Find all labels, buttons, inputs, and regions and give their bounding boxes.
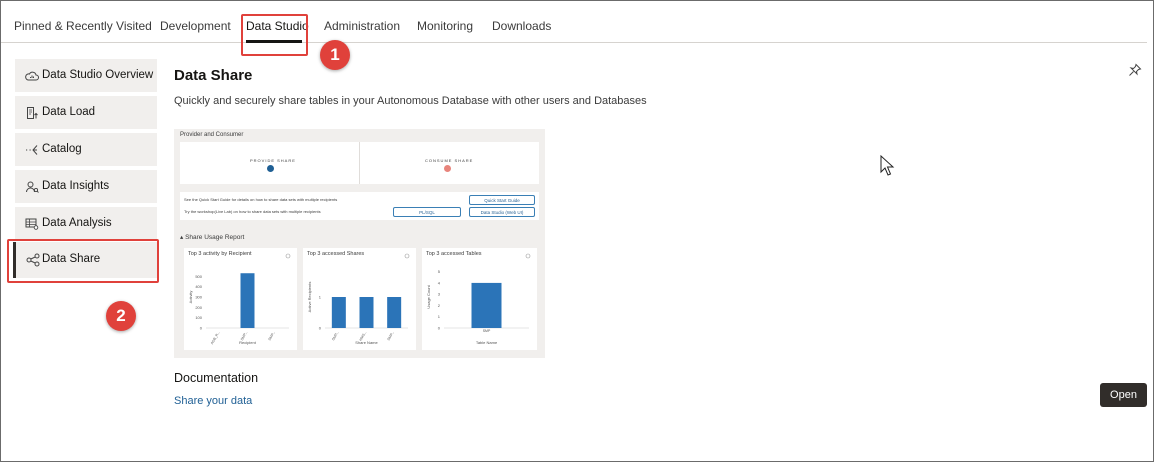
provide-share-label: PROVIDE SHARE [250,158,296,163]
card-divider [359,142,360,184]
tab-development[interactable]: Development [160,19,231,33]
y-tick-label: 400 [195,284,202,289]
y-tick-label: 0 [319,326,322,331]
chart-bar [240,273,255,328]
x-tick-label: SMP... [331,330,340,341]
sidebar-item-label: Data Load [42,106,96,118]
x-tick-label: SMP [483,329,491,333]
quick-start-button[interactable]: Quick Start Guide [469,195,535,205]
sidebar-item-data-insights[interactable]: Data Insights [15,170,157,203]
tab-downloads[interactable]: Downloads [492,19,551,33]
y-tick-label: 3 [438,292,441,297]
data-studio-window: Pinned & Recently Visited Development Da… [0,0,1154,462]
chart-bar [331,297,346,328]
provider-consumer-card: PROVIDE SHARE CONSUME SHARE [180,142,539,184]
tab-administration[interactable]: Administration [324,19,400,33]
callout-badge-2: 2 [106,301,136,331]
sidebar-item-label: Data Studio Overview [42,69,154,81]
cloud-chart-icon [25,71,39,81]
chart-card-shares: Top 3 accessed Shares 1 0 Active Recipient… [303,248,416,350]
y-tick-label: 500 [195,274,202,279]
sidebar-item-data-studio-overview[interactable]: Data Studio Overview [15,59,157,92]
y-tick-label: 5 [438,269,441,274]
catalog-icon [26,145,38,155]
person-search-icon [26,181,39,193]
callout-highlight-data-share [7,239,159,283]
mouse-cursor-icon [880,155,895,176]
chart-shares-svg: 10Active RecipientsSMP... HMS... SMP...Sha… [307,253,410,345]
table-analysis-icon [25,218,39,230]
tab-monitoring[interactable]: Monitoring [417,19,473,33]
data-share-preview: Provider and Consumer PROVIDE SHARE CONS… [174,129,545,358]
x-tick-label: SMP... [387,330,396,341]
sidebar-item-catalog[interactable]: Catalog [15,133,157,166]
refresh-icon[interactable] [525,253,531,259]
y-axis-label: Activity [188,291,193,304]
guide-text: See the Quick Start Guide for details on… [184,197,338,202]
consume-share-dot [444,165,451,172]
document-upload-icon [27,107,38,119]
preview-header: Provider and Consumer [180,132,244,138]
y-tick-label: 100 [195,315,202,320]
documentation-heading: Documentation [174,371,259,385]
x-tick-label: ADB_R... [210,330,221,345]
sidebar-item-label: Data Insights [42,180,110,192]
sidebar-item-label: Catalog [42,143,82,155]
y-axis-label: Usage Count [426,284,431,308]
chart-card-recipient: Top 3 activity by Recipient 500 400 300 200… [184,248,297,350]
y-tick-label: 300 [195,295,202,300]
x-tick-label: SMP... [268,330,277,341]
quick-start-card: See the Quick Start Guide for details on… [180,192,539,220]
provide-share-dot [267,165,274,172]
y-tick-label: 200 [195,305,202,310]
chart-card-tables: Top 3 accessed Tables 5 4 3 2 1 0 Usage Count S… [422,248,537,350]
y-tick-label: 2 [438,303,441,308]
top-tabs: Pinned & Recently Visited Development Da… [1,1,1147,43]
y-tick-label: 0 [438,326,441,331]
chart-bar [387,297,402,328]
chart-tables-svg: 5 4 3 2 1 0 Usage Count SMP Table Name [426,253,531,345]
plsql-button[interactable]: PL/SQL [393,207,461,217]
sidebar-item-label: Data Analysis [42,217,112,229]
refresh-icon[interactable] [285,253,291,259]
x-axis-label: Share Name [355,340,378,345]
chart-bar [359,297,374,328]
page-title: Data Share [174,67,253,84]
y-tick-label: 0 [200,326,203,331]
consume-share-label: CONSUME SHARE [425,158,474,163]
workshop-text: Try the workshop(Live Lab) on how to sha… [184,209,321,214]
chart-recipient-svg: 5004003002001000ActivityADB_R... SMP... SM… [188,253,291,345]
chart-bar [471,282,502,328]
y-tick-label: 1 [438,314,441,319]
y-tick-label: 4 [438,280,441,285]
page-subtitle: Quickly and securely share tables in you… [174,95,647,107]
x-axis-label: Table Name [476,340,498,345]
data-studio-web-button[interactable]: Data Studio (Web UI) [469,207,535,217]
sidebar-item-data-analysis[interactable]: Data Analysis [15,207,157,240]
sidebar-item-data-load[interactable]: Data Load [15,96,157,129]
y-tick-label: 1 [319,295,322,300]
callout-highlight-data-studio [241,14,308,56]
x-axis-label: Recipient [239,340,257,345]
share-your-data-link[interactable]: Share your data [174,395,252,407]
pin-icon[interactable] [1128,63,1142,77]
tab-pinned[interactable]: Pinned & Recently Visited [14,19,152,33]
y-axis-label: Active Recipients [307,282,312,313]
refresh-icon[interactable] [404,253,410,259]
callout-badge-1: 1 [320,40,350,70]
usage-report-heading: ▴ Share Usage Report [180,234,245,241]
open-button[interactable]: Open [1100,383,1147,407]
